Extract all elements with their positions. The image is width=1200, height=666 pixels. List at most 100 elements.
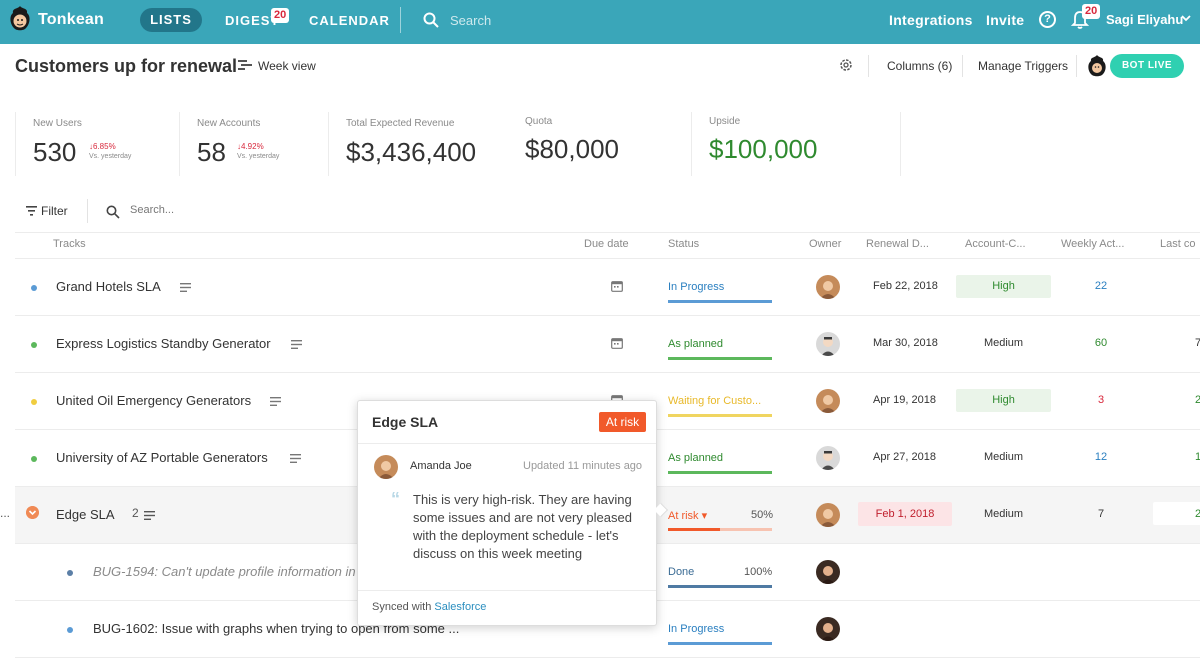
status-text[interactable]: In Progress xyxy=(668,623,724,635)
owner-avatar[interactable] xyxy=(816,617,840,641)
owner-avatar[interactable] xyxy=(816,275,840,299)
columns-button[interactable]: Columns (6) xyxy=(887,59,952,73)
account-cell[interactable]: High xyxy=(956,275,1051,298)
manage-triggers-button[interactable]: Manage Triggers xyxy=(978,59,1068,73)
track-name[interactable]: Edge SLA xyxy=(56,507,115,522)
search-icon[interactable] xyxy=(106,205,120,219)
kpi-value: 58 xyxy=(197,137,226,167)
status-text[interactable]: Waiting for Custo... xyxy=(668,395,761,407)
column-header-due-date[interactable]: Due date xyxy=(584,238,629,250)
track-name[interactable]: United Oil Emergency Generators xyxy=(56,393,251,408)
status-text[interactable]: In Progress xyxy=(668,281,724,293)
column-header-tracks[interactable]: Tracks xyxy=(53,238,86,250)
user-avatar xyxy=(374,455,398,479)
week-view-button[interactable]: Week view xyxy=(258,59,316,73)
owner-avatar[interactable] xyxy=(816,503,840,527)
owner-avatar[interactable] xyxy=(816,446,840,470)
table-row[interactable]: Grand Hotels SLA In Progress Feb 22, 201… xyxy=(15,259,1200,316)
popover-user-name: Amanda Joe xyxy=(410,460,472,472)
account-cell[interactable]: Medium xyxy=(956,332,1051,355)
renewal-date[interactable]: Feb 22, 2018 xyxy=(873,280,938,292)
kpi-label: Quota xyxy=(525,116,553,127)
weekly-activity[interactable]: 3 xyxy=(1061,394,1141,406)
track-name[interactable]: Express Logistics Standby Generator xyxy=(56,336,271,351)
weekly-activity[interactable]: 12 xyxy=(1061,451,1141,463)
kpi-upside: Upside $100,000 xyxy=(691,112,901,176)
salesforce-link[interactable]: Salesforce xyxy=(434,601,486,613)
column-header-status[interactable]: Status xyxy=(668,238,699,250)
week-view-icon[interactable] xyxy=(238,59,252,71)
header-divider xyxy=(962,55,963,77)
account-cell[interactable]: High xyxy=(956,389,1051,412)
account-cell[interactable]: Medium xyxy=(956,503,1051,526)
status-text[interactable]: Done xyxy=(668,566,694,578)
brand-name[interactable]: Tonkean xyxy=(38,11,104,29)
account-cell[interactable]: Medium xyxy=(956,446,1051,469)
popover-title: Edge SLA xyxy=(372,414,439,430)
status-dot xyxy=(31,399,37,405)
kpi-label: New Users xyxy=(33,118,82,129)
renewal-date[interactable]: Apr 19, 2018 xyxy=(873,394,936,406)
last-contact-cell[interactable] xyxy=(1153,502,1200,525)
calendar-icon[interactable] xyxy=(611,280,623,292)
global-search-input[interactable] xyxy=(450,13,750,28)
description-icon[interactable] xyxy=(270,397,281,406)
weekly-activity[interactable]: 7 xyxy=(1061,508,1141,520)
weekly-activity[interactable]: 60 xyxy=(1061,337,1141,349)
nav-lists[interactable]: LISTS xyxy=(140,8,202,32)
column-header-account[interactable]: Account-C... xyxy=(965,238,1026,250)
status-text[interactable]: As planned xyxy=(668,452,723,464)
tonkean-logo-icon[interactable] xyxy=(8,4,32,34)
description-icon[interactable] xyxy=(180,283,191,292)
last-contact[interactable]: 7 xyxy=(1195,337,1200,349)
nav-invite[interactable]: Invite xyxy=(986,12,1024,28)
collapse-chevron-icon[interactable] xyxy=(26,506,39,519)
last-contact[interactable]: 1 xyxy=(1195,451,1200,463)
track-name[interactable]: University of AZ Portable Generators xyxy=(56,450,268,465)
filter-button[interactable]: Filter xyxy=(41,204,68,218)
track-name[interactable]: BUG-1594: Can't update profile informati… xyxy=(93,564,362,579)
nav-integrations[interactable]: Integrations xyxy=(889,12,973,28)
table-row[interactable]: Express Logistics Standby Generator As p… xyxy=(15,316,1200,373)
chevron-down-icon[interactable] xyxy=(1181,13,1191,23)
renewal-date[interactable]: Feb 1, 2018 xyxy=(858,502,952,526)
row-more-icon[interactable]: ... xyxy=(0,506,10,520)
weekly-activity[interactable]: 22 xyxy=(1061,280,1141,292)
column-header-last[interactable]: Last co xyxy=(1160,238,1195,250)
calendar-icon[interactable] xyxy=(611,337,623,349)
description-icon[interactable] xyxy=(291,340,302,349)
owner-avatar[interactable] xyxy=(816,389,840,413)
owner-avatar[interactable] xyxy=(816,560,840,584)
last-contact[interactable]: 2 xyxy=(1195,508,1200,520)
status-dot xyxy=(31,342,37,348)
status-text[interactable]: At risk ▾ xyxy=(668,509,707,522)
column-header-renewal-date[interactable]: Renewal D... xyxy=(866,238,929,250)
kpi-vs: Vs. yesterday xyxy=(237,153,280,160)
popover-divider xyxy=(358,443,656,444)
tracks-search-input[interactable] xyxy=(130,204,330,216)
quote-icon: “ xyxy=(391,489,400,509)
track-name[interactable]: Grand Hotels SLA xyxy=(56,279,161,294)
nav-calendar[interactable]: CALENDAR xyxy=(309,13,390,28)
owner-avatar[interactable] xyxy=(816,332,840,356)
status-dot xyxy=(31,456,37,462)
renewal-date[interactable]: Mar 30, 2018 xyxy=(873,337,938,349)
filter-icon[interactable] xyxy=(26,206,37,216)
status-badge: At risk xyxy=(599,412,646,432)
description-icon[interactable] xyxy=(290,454,301,463)
last-contact[interactable]: 2 xyxy=(1195,394,1200,406)
sync-info: Synced with Salesforce xyxy=(372,601,487,613)
renewal-date[interactable]: Apr 27, 2018 xyxy=(873,451,936,463)
column-header-owner[interactable]: Owner xyxy=(809,238,841,250)
search-icon[interactable] xyxy=(423,12,439,28)
help-icon[interactable]: ? xyxy=(1039,11,1056,28)
gear-icon[interactable] xyxy=(838,57,854,73)
user-menu[interactable]: Sagi Eliyahu xyxy=(1106,12,1183,27)
description-icon[interactable] xyxy=(144,511,155,520)
status-bar xyxy=(668,642,772,645)
table-top-border xyxy=(15,232,1200,233)
bot-live-button[interactable]: BOT LIVE xyxy=(1110,54,1184,78)
status-text[interactable]: As planned xyxy=(668,338,723,350)
kpi-change: ↓6.85% xyxy=(89,142,116,151)
column-header-weekly-activity[interactable]: Weekly Act... xyxy=(1061,238,1124,250)
